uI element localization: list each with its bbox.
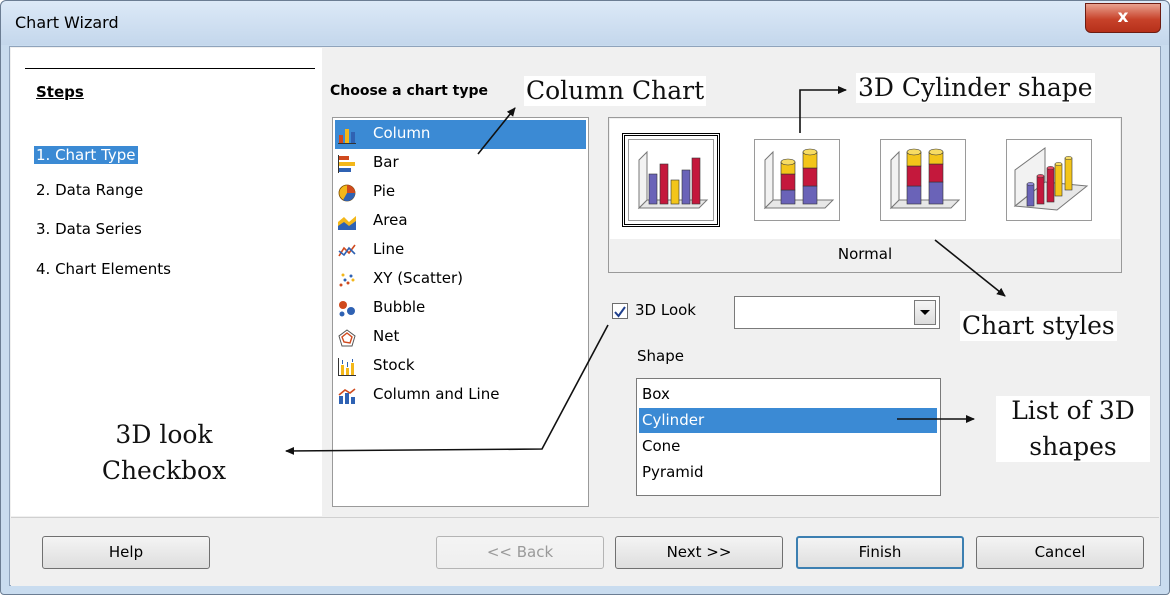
3d-look-label[interactable]: 3D Look xyxy=(635,301,696,319)
list-item-label: XY (Scatter) xyxy=(373,269,464,287)
cancel-button[interactable]: Cancel xyxy=(976,536,1144,569)
list-item-label: Bar xyxy=(373,153,399,171)
column-line-chart-icon xyxy=(338,388,356,404)
list-item-label: Bubble xyxy=(373,298,426,316)
column-chart-icon xyxy=(338,129,356,144)
step-chart-elements[interactable]: 4. Chart Elements xyxy=(36,260,171,278)
percent-stacked-3d-column-icon xyxy=(889,148,961,210)
step-chart-type[interactable]: 1. Chart Type xyxy=(34,146,138,164)
button-bar: Help << Back Next >> Finish Cancel xyxy=(11,517,1159,586)
shape-item-cylinder[interactable]: Cylinder xyxy=(639,408,937,433)
step-data-series[interactable]: 3. Data Series xyxy=(36,220,142,238)
shape-list[interactable]: Box Cylinder Cone Pyramid xyxy=(636,378,941,496)
list-item-label: Area xyxy=(373,211,408,229)
chart-variant-label: Normal xyxy=(837,245,893,263)
style-thumb-normal[interactable] xyxy=(622,133,720,227)
annotation-column-chart: Column Chart xyxy=(524,76,707,106)
close-button[interactable]: x xyxy=(1085,3,1161,33)
step-data-range[interactable]: 2. Data Range xyxy=(36,181,143,199)
dropdown-button[interactable] xyxy=(914,300,936,325)
annotation-list-3d-shapes: List of 3D shapes xyxy=(996,396,1150,462)
3d-look-checkbox[interactable] xyxy=(612,303,628,319)
style-thumb-stacked[interactable] xyxy=(754,139,840,221)
title-bar[interactable]: Chart Wizard x xyxy=(1,1,1169,45)
help-button[interactable]: Help xyxy=(42,536,210,569)
chart-type-heading: Choose a chart type xyxy=(330,83,489,99)
chart-styles-thumbnails xyxy=(610,119,1120,239)
list-item-bubble[interactable]: Bubble xyxy=(335,294,586,323)
shape-item-pyramid[interactable]: Pyramid xyxy=(639,460,937,485)
list-item-pie[interactable]: Pie xyxy=(335,178,586,207)
list-item-column[interactable]: Column xyxy=(335,120,586,149)
list-item-label: Column xyxy=(373,124,431,142)
shape-item-cone[interactable]: Cone xyxy=(639,434,937,459)
annotation-line: 3D look xyxy=(115,420,213,449)
list-item-line[interactable]: Line xyxy=(335,236,586,265)
area-chart-icon xyxy=(338,216,356,230)
annotation-chart-styles: Chart styles xyxy=(960,311,1117,341)
checkmark-icon xyxy=(614,306,626,318)
annotation-line: shapes xyxy=(1029,432,1117,461)
annotation-line: Checkbox xyxy=(101,456,227,485)
list-item-column-and-line[interactable]: Column and Line xyxy=(335,381,586,410)
list-item-scatter[interactable]: XY (Scatter) xyxy=(335,265,586,294)
chart-styles-panel: Normal xyxy=(608,117,1122,273)
deep-3d-column-icon xyxy=(1013,147,1089,211)
finish-button[interactable]: Finish xyxy=(796,536,964,569)
normal-3d-column-icon xyxy=(637,150,709,210)
window-title: Chart Wizard xyxy=(15,13,119,32)
list-item-label: Pie xyxy=(373,182,396,200)
stacked-3d-column-icon xyxy=(763,148,835,210)
list-item-label: Column and Line xyxy=(373,385,500,403)
back-button[interactable]: << Back xyxy=(436,536,604,569)
list-item-label: Stock xyxy=(373,356,415,374)
net-chart-icon xyxy=(338,329,356,347)
list-item-stock[interactable]: Stock xyxy=(335,352,586,381)
shape-item-box[interactable]: Box xyxy=(639,382,937,407)
bubble-chart-icon xyxy=(339,301,355,317)
3d-scheme-select[interactable] xyxy=(734,296,940,329)
list-item-area[interactable]: Area xyxy=(335,207,586,236)
close-icon: x xyxy=(1117,7,1129,27)
annotation-cylinder-shape: 3D Cylinder shape xyxy=(856,73,1095,103)
chart-type-list[interactable]: Column Bar Pie Area Line XY (Scatter) Bu… xyxy=(332,117,589,507)
list-item-label: Line xyxy=(373,240,405,258)
scatter-chart-icon xyxy=(339,273,355,287)
next-button[interactable]: Next >> xyxy=(615,536,783,569)
list-item-net[interactable]: Net xyxy=(335,323,586,352)
shape-label: Shape xyxy=(637,347,684,365)
steps-title: Steps xyxy=(36,83,84,101)
style-thumb-deep[interactable] xyxy=(1006,139,1092,221)
chevron-down-icon xyxy=(920,310,930,315)
annotation-3d-look-checkbox: 3D look Checkbox xyxy=(84,420,244,486)
stock-chart-icon xyxy=(338,358,356,376)
steps-divider xyxy=(25,68,315,69)
style-thumb-percent-stacked[interactable] xyxy=(880,139,966,221)
list-item-label: Net xyxy=(373,327,400,345)
pie-chart-icon xyxy=(338,184,356,202)
bar-chart-icon xyxy=(338,155,355,173)
annotation-line: List of 3D xyxy=(1011,396,1135,425)
list-item-bar[interactable]: Bar xyxy=(335,149,586,178)
line-chart-icon xyxy=(338,244,356,257)
